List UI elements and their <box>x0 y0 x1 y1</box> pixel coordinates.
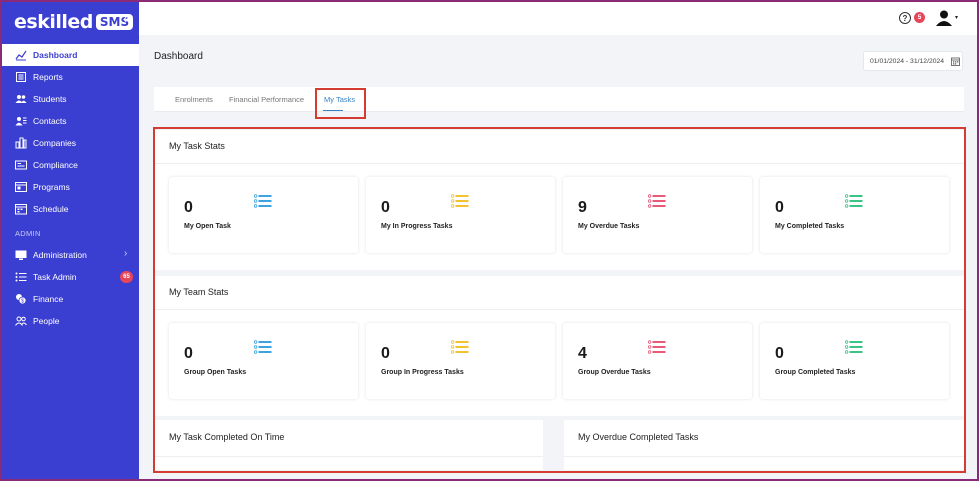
window-frame <box>0 0 979 481</box>
